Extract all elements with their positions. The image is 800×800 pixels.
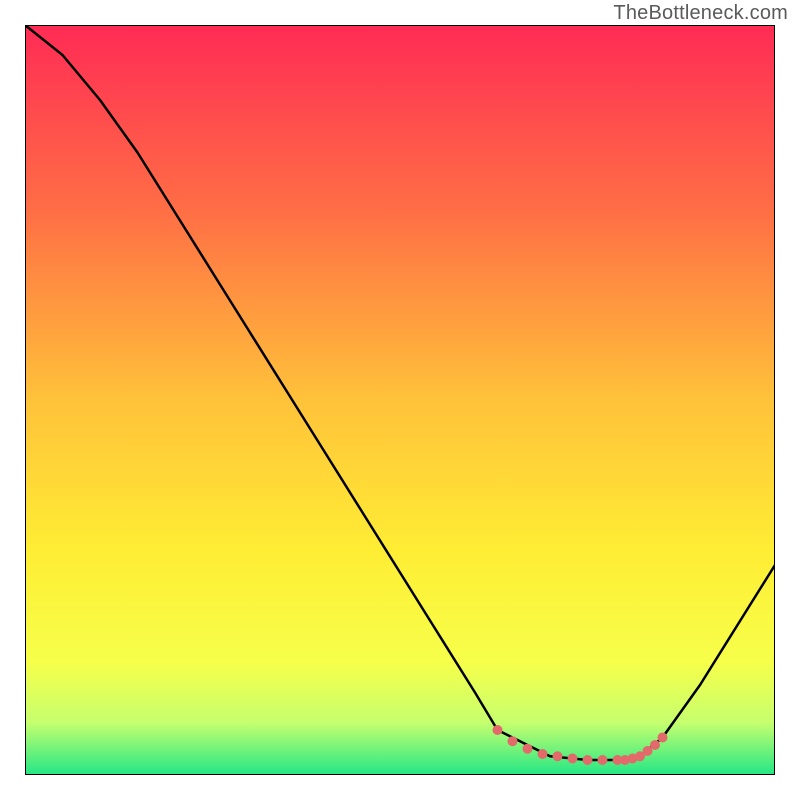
chart-svg bbox=[25, 25, 775, 775]
chart-container: TheBottleneck.com bbox=[0, 0, 800, 800]
watermark-text: TheBottleneck.com bbox=[613, 2, 788, 25]
plot-area bbox=[25, 25, 775, 775]
gradient-background bbox=[25, 25, 775, 775]
